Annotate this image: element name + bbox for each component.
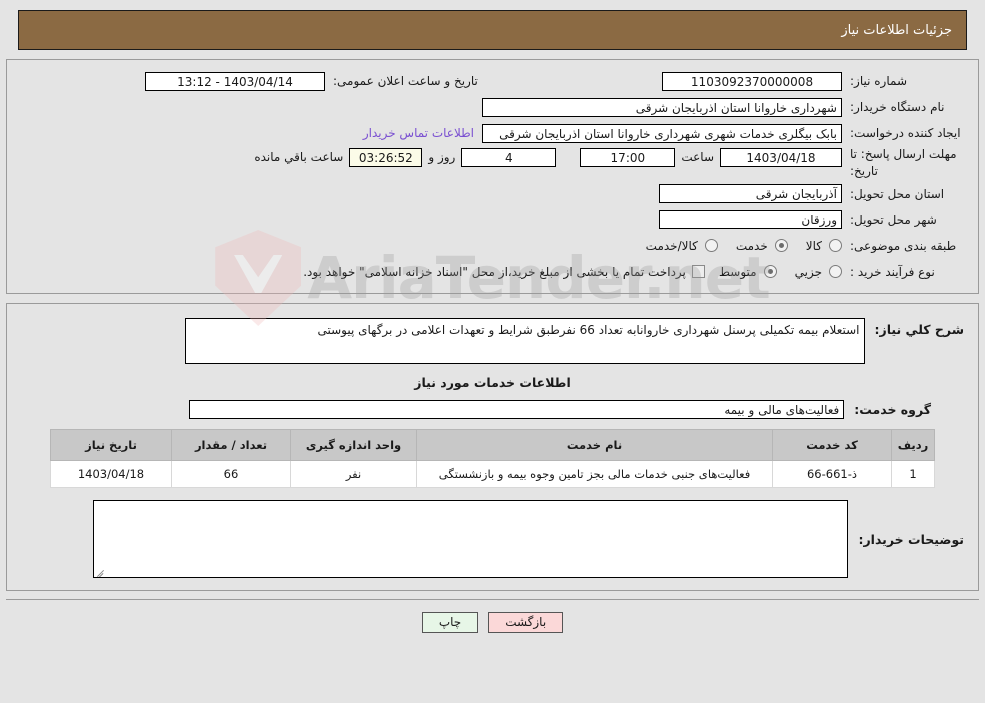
buyer-notes-label: توضیحات خریدار: <box>858 531 964 547</box>
hour-label: ساعت <box>681 150 714 164</box>
col-index: ردیف <box>891 428 935 461</box>
province-label: استان محل تحویل: <box>850 186 945 201</box>
row-deadline: مهلت ارسال پاسخ: تا تاریخ: 1403/04/18 سا… <box>17 146 968 181</box>
cell-unit: نفر <box>290 459 417 489</box>
row-province: استان محل تحویل: آذربایجان شرقی <box>17 181 968 207</box>
footer-buttons: بازگشت چاپ <box>0 600 985 634</box>
countdown-timer: 03:26:52 <box>349 148 423 167</box>
remaining-days-field[interactable]: 4 <box>461 148 557 167</box>
cell-index: 1 <box>891 459 935 489</box>
need-info-panel: شماره نیاز: 1103092370000008 تاریخ و ساع… <box>6 59 979 294</box>
public-announce-label: تاریخ و ساعت اعلان عمومی: <box>333 73 478 88</box>
services-table: ردیف کد خدمت نام خدمت واحد اندازه گیری ت… <box>50 428 935 489</box>
need-number-label: شماره نیاز: <box>850 73 907 88</box>
category-radio-khedmat[interactable] <box>774 239 788 253</box>
page-root: AriaTender.net جزئیات اطلاعات نیاز شماره… <box>0 0 985 703</box>
category-label-kala: کالا <box>805 238 822 253</box>
city-label: شهر محل تحویل: <box>850 212 937 227</box>
services-section-title: اطلاعات خدمات مورد نیاز <box>414 374 571 390</box>
cell-code: ذ-661-66 <box>772 459 892 489</box>
deadline-date-field[interactable]: 1403/04/18 <box>720 148 842 167</box>
row-service-group: گروه خدمت: فعالیت‌های مالی و بیمه <box>17 399 968 429</box>
process-label: نوع فرآیند خرید : <box>850 264 935 279</box>
process-label-motavaset: متوسط <box>718 264 757 279</box>
col-unit: واحد اندازه گیری <box>290 428 417 461</box>
service-group-field[interactable]: فعالیت‌های مالی و بیمه <box>189 399 845 419</box>
process-radio-jozei[interactable] <box>829 265 842 279</box>
services-table-wrap: ردیف کد خدمت نام خدمت واحد اندازه گیری ت… <box>17 428 968 495</box>
category-label-kala-khedmat: کالا/خدمت <box>645 238 698 253</box>
back-button[interactable]: بازگشت <box>488 612 564 634</box>
header-bar: جزئیات اطلاعات نیاز <box>18 10 967 50</box>
service-group-label: گروه خدمت: <box>854 401 931 417</box>
print-button[interactable]: چاپ <box>421 612 479 634</box>
col-date: تاریخ نیاز <box>50 428 172 461</box>
buyer-notes-textarea[interactable] <box>93 500 849 579</box>
col-name: نام خدمت <box>416 428 773 461</box>
row-need-number: شماره نیاز: 1103092370000008 تاریخ و ساع… <box>17 68 968 94</box>
category-radio-group: کالا خدمت کالا/خدمت <box>632 239 842 253</box>
table-header-row: ردیف کد خدمت نام خدمت واحد اندازه گیری ت… <box>50 428 935 461</box>
treasury-checkbox-label: پرداخت تمام یا بخشی از مبلغ خرید،از محل … <box>303 264 686 279</box>
category-label: طبقه بندی موضوعی: <box>850 238 957 253</box>
cell-name: فعالیت‌های جنبی خدمات مالی بجز تامین وجو… <box>416 459 773 489</box>
category-radio-kala[interactable] <box>829 239 842 253</box>
category-label-khedmat: خدمت <box>735 238 768 253</box>
buyer-org-field[interactable]: شهرداری خاروانا استان اذربایجان شرقی <box>482 97 842 117</box>
row-description: شرح کلي نیاز: استعلام بیمه تکمیلی پرسنل … <box>17 314 968 364</box>
col-quantity: تعداد / مقدار <box>171 428 291 461</box>
row-buyer-notes: توضیحات خریدار: <box>17 494 968 586</box>
process-radio-motavaset[interactable] <box>763 265 777 279</box>
buyer-contact-link[interactable]: اطلاعات تماس خریدار <box>355 126 482 140</box>
process-label-jozei: جزیي <box>794 264 822 279</box>
city-field[interactable]: ورزقان <box>659 210 842 230</box>
creator-label: ایجاد کننده درخواست: <box>850 125 961 140</box>
cell-date: 1403/04/18 <box>50 459 172 489</box>
cell-quantity: 66 <box>171 459 291 489</box>
days-label: روز و <box>428 150 456 164</box>
col-code: کد خدمت <box>772 428 892 461</box>
row-city: شهر محل تحویل: ورزقان <box>17 207 968 233</box>
table-row: 1 ذ-661-66 فعالیت‌های جنبی خدمات مالی بج… <box>50 459 935 489</box>
row-category: طبقه بندی موضوعی: کالا خدمت کالا/خدمت <box>17 233 968 259</box>
page-title: جزئیات اطلاعات نیاز <box>841 22 952 38</box>
need-details-panel: شرح کلي نیاز: استعلام بیمه تکمیلی پرسنل … <box>6 302 979 592</box>
category-radio-kala-khedmat[interactable] <box>704 239 718 253</box>
deadline-time-field[interactable]: 17:00 <box>580 148 676 167</box>
row-process: نوع فرآیند خرید : جزیي متوسط پرداخت تمام… <box>17 259 968 285</box>
creator-field[interactable]: بابک بیگلری خدمات شهری شهرداری خاروانا ا… <box>482 123 842 143</box>
row-creator: ایجاد کننده درخواست: بابک بیگلری خدمات ش… <box>17 120 968 146</box>
resize-grip-icon <box>96 566 106 578</box>
deadline-label: مهلت ارسال پاسخ: تا تاریخ: <box>850 147 957 179</box>
buyer-org-label: نام دستگاه خریدار: <box>850 99 945 114</box>
need-number-field[interactable]: 1103092370000008 <box>662 71 842 91</box>
description-textarea[interactable]: استعلام بیمه تکمیلی پرسنل شهرداری خاروان… <box>184 317 865 364</box>
public-announce-field[interactable]: 1403/04/14 - 13:12 <box>145 71 325 91</box>
province-field[interactable]: آذربایجان شرقی <box>659 184 842 204</box>
countdown-label: ساعت باقي مانده <box>254 150 344 164</box>
process-radio-group: جزیي متوسط <box>705 265 842 279</box>
description-label: شرح کلي نیاز: <box>874 321 964 337</box>
treasury-checkbox[interactable] <box>691 265 705 279</box>
header: جزئیات اطلاعات نیاز <box>0 0 985 50</box>
row-buyer-org: نام دستگاه خریدار: شهرداری خاروانا استان… <box>17 94 968 120</box>
